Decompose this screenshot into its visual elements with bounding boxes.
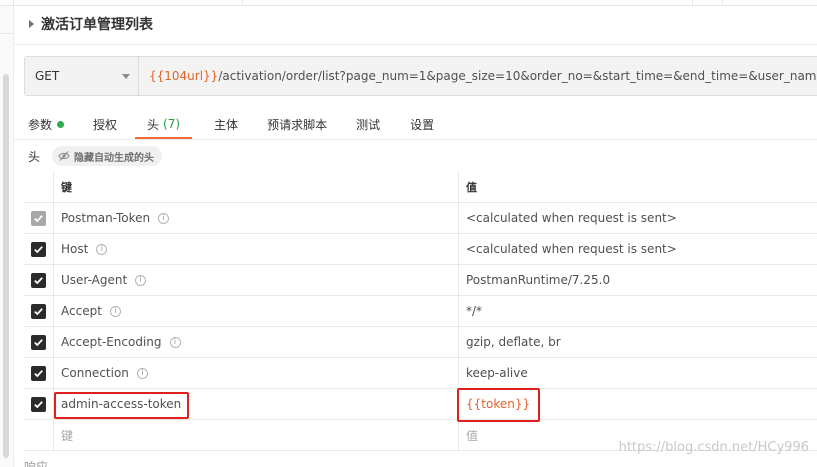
- row-checkbox[interactable]: [31, 334, 46, 350]
- tab-tests[interactable]: 测试: [356, 108, 380, 140]
- tab-auth[interactable]: 授权: [93, 108, 117, 140]
- chevron-down-icon: [122, 73, 130, 79]
- divider: [14, 44, 817, 45]
- info-icon[interactable]: i: [136, 367, 148, 379]
- row-checkbox[interactable]: [31, 365, 46, 381]
- top-tab-strip: [0, 0, 817, 6]
- tab-label: 头: [147, 117, 160, 132]
- url-variable: {{104url}}: [149, 69, 219, 83]
- headers-count: (7): [163, 117, 181, 131]
- table-row: Connection i keep-alive: [24, 358, 817, 389]
- divider: [14, 139, 817, 140]
- tab-headers[interactable]: 头 (7): [135, 108, 193, 140]
- info-icon[interactable]: i: [109, 305, 121, 317]
- params-active-dot: [57, 120, 65, 128]
- hide-auto-headers-label: 隐藏自动生成的头: [74, 152, 155, 164]
- tab-label: 预请求脚本: [267, 117, 328, 132]
- url-bar: GET {{104url}}/activation/order/list?pag…: [24, 56, 817, 96]
- row-checkbox[interactable]: [31, 272, 46, 288]
- check-icon: [34, 369, 43, 377]
- column-header-value: 值: [466, 181, 477, 194]
- row-checkbox[interactable]: [31, 210, 46, 226]
- request-tabs: 参数 授权 头 (7) 主体 预请求脚本 测试 设置: [14, 108, 817, 140]
- check-icon: [34, 338, 43, 346]
- header-value[interactable]: keep-alive: [466, 366, 528, 380]
- check-icon: [34, 245, 43, 253]
- tab-label: 授权: [93, 117, 118, 132]
- check-icon: [34, 307, 43, 315]
- tab-label: 设置: [410, 117, 435, 132]
- header-key[interactable]: Postman-Token: [61, 211, 150, 225]
- method-label: GET: [35, 69, 60, 83]
- caret-right-icon[interactable]: [29, 20, 34, 28]
- tab-pre-request-script[interactable]: 预请求脚本: [267, 108, 327, 140]
- table-row: Accept i */*: [24, 296, 817, 327]
- tab-body[interactable]: 主体: [214, 108, 238, 140]
- row-checkbox[interactable]: [31, 241, 46, 257]
- table-row: User-Agent i PostmanRuntime/7.25.0: [24, 265, 817, 296]
- table-row: Host i <calculated when request is sent>: [24, 234, 817, 265]
- tab-label: 主体: [214, 117, 239, 132]
- highlight-box-key: [54, 392, 189, 419]
- table-row: Accept-Encoding i gzip, deflate, br: [24, 327, 817, 358]
- response-label: 响应: [24, 460, 49, 467]
- left-scrollbar[interactable]: [3, 74, 9, 458]
- left-rail: [0, 6, 14, 467]
- tab-label: 参数: [28, 117, 53, 132]
- headers-section-label: 头: [28, 149, 41, 164]
- highlight-box-value: [457, 388, 540, 422]
- header-value[interactable]: gzip, deflate, br: [466, 335, 561, 349]
- new-value-input[interactable]: 值: [466, 427, 478, 444]
- eye-off-icon: [58, 151, 70, 161]
- method-select[interactable]: GET: [25, 57, 139, 95]
- header-key[interactable]: User-Agent: [61, 273, 127, 287]
- tab-label: 测试: [356, 117, 381, 132]
- watermark-text: https://blog.csdn.net/HCy996: [618, 440, 809, 455]
- tab-params[interactable]: 参数: [28, 108, 65, 140]
- check-icon: [34, 400, 43, 408]
- column-header-key: 键: [54, 172, 459, 202]
- header-key[interactable]: Accept-Encoding: [61, 335, 162, 349]
- hide-auto-headers-button[interactable]: 隐藏自动生成的头: [52, 146, 163, 166]
- tab-settings[interactable]: 设置: [410, 108, 434, 140]
- new-key-input[interactable]: 键: [61, 427, 73, 444]
- row-checkbox[interactable]: [31, 396, 46, 412]
- header-value[interactable]: PostmanRuntime/7.25.0: [466, 273, 610, 287]
- info-icon[interactable]: i: [135, 274, 147, 286]
- header-check-cell: [24, 172, 54, 202]
- table-header-row: 键 值: [24, 172, 817, 203]
- check-icon: [34, 214, 43, 222]
- info-icon[interactable]: i: [158, 212, 170, 224]
- table-row: Postman-Token i <calculated when request …: [24, 203, 817, 234]
- request-title-text: 激活订单管理列表: [41, 17, 153, 33]
- request-title[interactable]: 激活订单管理列表: [26, 12, 153, 36]
- header-value[interactable]: <calculated when request is sent>: [466, 211, 677, 225]
- row-checkbox[interactable]: [31, 303, 46, 319]
- header-value[interactable]: <calculated when request is sent>: [466, 242, 677, 256]
- headers-toolbar: 头 隐藏自动生成的头: [28, 146, 163, 166]
- info-icon[interactable]: i: [169, 336, 181, 348]
- header-value[interactable]: */*: [466, 304, 482, 318]
- header-key[interactable]: Connection: [61, 366, 129, 380]
- header-key[interactable]: Host: [61, 242, 88, 256]
- check-icon: [34, 276, 43, 284]
- url-path: /activation/order/list?page_num=1&page_s…: [218, 69, 817, 83]
- header-key[interactable]: Accept: [61, 304, 102, 318]
- url-input[interactable]: {{104url}}/activation/order/list?page_nu…: [139, 57, 817, 95]
- info-icon[interactable]: i: [96, 243, 108, 255]
